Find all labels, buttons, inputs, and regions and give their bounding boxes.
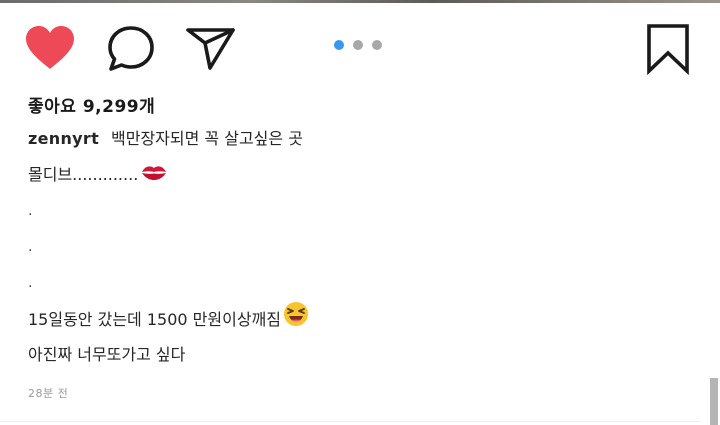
caption-line: . [28,275,33,291]
like-button[interactable] [24,25,76,71]
heart-icon [26,26,74,69]
carousel-dot [372,40,382,50]
scrollbar-thumb[interactable] [710,378,718,425]
caption-text: 15일동안 갔는데 1500 만원이상깨짐 [28,310,281,329]
comment-bubble-icon [108,26,154,71]
likes-count[interactable]: 좋아요 9,299개 [28,93,688,121]
comment-button[interactable] [107,25,157,73]
caption-text: 백만장자되면 꼭 살고싶은 곳 [111,129,303,148]
bookmark-icon [647,24,689,75]
paper-plane-icon [186,28,235,70]
divider [0,421,700,422]
carousel-dot-active [334,40,344,50]
share-button[interactable] [185,25,237,71]
author-username[interactable]: zennyrt [28,129,99,148]
kiss-mark-emoji [140,158,168,194]
post-action-bar [0,3,720,87]
caption-text: 몰디브............. [28,165,139,184]
caption-line: . [28,203,33,219]
caption-line: 몰디브............. [28,157,688,193]
carousel-dot [353,40,363,50]
caption-first-line: zennyrt 백만장자되면 꼭 살고싶은 곳 [28,121,688,157]
caption-line: 아진짜 너무또가고 싶다 [28,345,186,364]
caption-line: 15일동안 갔는데 1500 만원이상깨짐 [28,301,688,337]
squinting-laughing-face-emoji [283,301,309,340]
save-button[interactable] [644,23,692,75]
post-details: 좋아요 9,299개 zennyrt 백만장자되면 꼭 살고싶은 곳 몰디브...… [28,93,688,401]
post-timestamp: 28분 전 [28,387,69,400]
caption-line: . [28,239,33,255]
